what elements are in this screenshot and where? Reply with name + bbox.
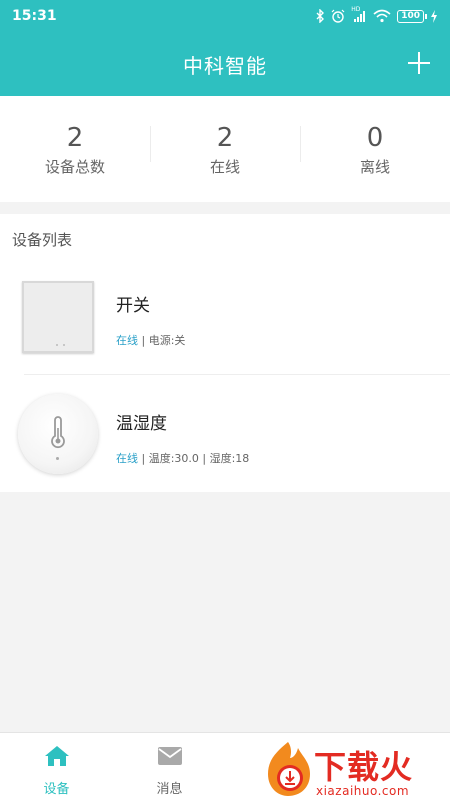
status-time: 15:31 [12,8,57,24]
stat-value: 2 [216,122,234,153]
device-name: 温湿度 [116,414,167,434]
device-name: 开关 [116,296,150,316]
device-detail: | 温度:30.0 | 湿度:18 [138,452,250,465]
battery-icon: 100 [397,9,427,23]
stat-label: 设备总数 [44,157,105,176]
device-item-temp-humidity[interactable]: 温湿度 在线 | 温度:30.0 | 湿度:18 [0,382,450,492]
mail-icon [157,747,182,765]
alarm-icon [331,9,345,23]
tab-label: 设备 [43,782,70,797]
tab-messages[interactable]: 消息 [113,733,226,800]
device-stats: 2 设备总数 2 在线 0 离线 [0,96,450,202]
stat-value: 2 [66,122,84,153]
device-item-switch[interactable]: 开关 在线 | 电源:关 [0,264,450,374]
status-icons: HD 100 [315,6,438,23]
watermark-url: xiazaihuo.com [316,784,410,798]
device-online-status: 在线 [116,452,138,465]
stat-offline: 0 离线 [300,122,450,177]
device-detail: | 电源:关 [138,334,186,347]
stat-online: 2 在线 [150,122,300,177]
switch-device-image [22,281,94,353]
stat-label: 在线 [209,157,240,176]
tab-label: 消息 [156,782,183,797]
device-list: 设备列表 开关 在线 | 电源:关 温湿度 在线 | 温度:30.0 | 湿度:… [0,214,450,492]
wifi-icon [373,9,391,23]
status-bar: 15:31 HD 100 [0,0,450,32]
thermometer-icon [51,416,65,449]
stat-label: 离线 [359,157,390,176]
add-device-button[interactable] [406,50,432,76]
list-divider [24,374,450,375]
sensor-indicator-dot [56,457,59,460]
stat-value: 0 [366,122,384,153]
signal-icon: HD [351,6,367,23]
charging-icon [431,9,437,23]
bluetooth-icon [316,9,325,23]
stat-total: 2 设备总数 [0,122,150,177]
device-status-line: 在线 | 温度:30.0 | 湿度:18 [116,450,249,466]
device-online-status: 在线 [116,334,138,347]
home-icon [44,746,69,766]
watermark-text: 下载火 [314,748,414,786]
tab-devices[interactable]: 设备 [0,733,113,800]
watermark-logo: 下载火 xiazaihuo.com [262,738,450,800]
device-list-title: 设备列表 [12,231,73,249]
sensor-device-image [18,394,98,474]
app-header: 中科智能 [0,32,450,96]
device-status-line: 在线 | 电源:关 [116,332,185,348]
page-title: 中科智能 [183,54,267,78]
fire-logo-icon [268,742,310,796]
